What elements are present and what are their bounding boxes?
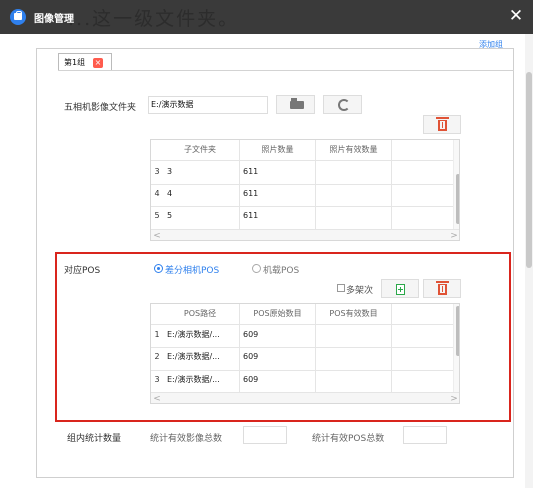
valid-image-total-input[interactable] [243,426,287,444]
column-photo-count: 照片数量 [261,145,294,154]
camera-table-horizontal-scrollbar[interactable]: < > [151,229,459,240]
pos-label: 对应POS [64,266,101,276]
pos-onboard-label[interactable]: 机载POS [263,263,299,276]
table-cell-folder: 3 [167,167,173,176]
trash-icon [436,281,449,295]
refresh-button[interactable] [323,95,362,114]
camera-table-scroll-thumb[interactable] [456,174,459,224]
tab-divider [58,70,514,71]
tab-label: 第1组 [64,58,86,67]
trash-icon [436,117,449,131]
pos-table-vertical-scrollbar[interactable] [453,304,459,393]
table-cell-pos-raw: 609 [243,330,259,339]
tab-group-1[interactable]: 第1组 × [58,53,112,71]
valid-image-total-label: 统计有效影像总数 [150,434,223,444]
add-pos-file-button[interactable] [381,279,419,298]
camera-folder-path-input[interactable]: E:/演示数据 [148,96,268,114]
row-index: 3 [154,375,160,384]
main-vertical-scrollbar[interactable] [525,34,533,488]
row-index: 2 [154,352,160,361]
table-cell-count: 611 [243,167,259,176]
table-cell-pos-path: E:/演示数据/... [167,330,220,339]
row-index: 4 [154,189,160,198]
valid-pos-total-input[interactable] [403,426,447,444]
column-pos-raw-count: POS原始数目 [253,309,302,318]
column-pos-valid-count: POS有效数目 [329,309,378,318]
table-cell-folder: 4 [167,189,173,198]
scroll-left-icon[interactable]: < [152,393,162,403]
table-cell-count: 611 [243,211,259,220]
scroll-right-icon[interactable]: > [449,393,459,403]
delete-camera-folder-button[interactable] [423,115,461,134]
scroll-left-icon[interactable]: < [152,230,162,240]
column-subfolder: 子文件夹 [184,145,216,154]
pos-table-horizontal-scrollbar[interactable]: < > [151,392,459,403]
refresh-icon [338,99,350,111]
multi-frame-label[interactable]: 多架次 [346,283,373,296]
image-management-window: 图像管理 ...这一级文件夹。 ✕ 添加组 第1组 × 五相机影像文件夹 E:/… [0,0,533,488]
table-cell-pos-raw: 609 [243,375,259,384]
row-index: 3 [154,167,160,176]
multi-frame-checkbox[interactable] [337,284,345,292]
column-valid-photo-count: 照片有效数量 [329,145,378,154]
folder-icon [290,98,304,109]
tab-close-icon[interactable]: × [93,58,103,68]
browse-folder-button[interactable] [276,95,315,114]
pos-onboard-radio[interactable] [252,264,261,273]
table-cell-count: 611 [243,189,259,198]
main-scrollbar-thumb[interactable] [526,72,532,268]
scroll-right-icon[interactable]: > [449,230,459,240]
pos-table: POS路径 POS原始数目 POS有效数目 1 E:/演示数据/... 609 … [150,303,460,404]
group-stats-label: 组内统计数量 [67,434,122,444]
close-icon[interactable]: ✕ [507,7,525,25]
row-index: 1 [154,330,160,339]
valid-pos-total-label: 统计有效POS总数 [312,434,385,444]
camera-folder-label: 五相机影像文件夹 [64,103,137,113]
app-icon [10,9,26,25]
ghost-instruction-text: ...这一级文件夹。 [68,8,240,30]
pos-diff-label[interactable]: 差分相机POS [165,263,219,276]
camera-subfolder-table: 子文件夹 照片数量 照片有效数量 3 3 611 4 4 611 5 5 611… [150,139,460,241]
table-cell-pos-path: E:/演示数据/... [167,375,220,384]
delete-pos-button[interactable] [423,279,461,298]
column-pos-path: POS路径 [183,309,217,318]
table-cell-folder: 5 [167,211,173,220]
camera-table-vertical-scrollbar[interactable] [453,140,459,230]
title-bar: 图像管理 ...这一级文件夹。 ✕ [0,0,533,34]
table-cell-pos-path: E:/演示数据/... [167,352,220,361]
pos-diff-radio[interactable] [154,264,163,273]
row-index: 5 [154,211,160,220]
pos-table-scroll-thumb[interactable] [456,306,459,356]
add-file-icon [396,284,405,295]
table-cell-pos-raw: 609 [243,352,259,361]
